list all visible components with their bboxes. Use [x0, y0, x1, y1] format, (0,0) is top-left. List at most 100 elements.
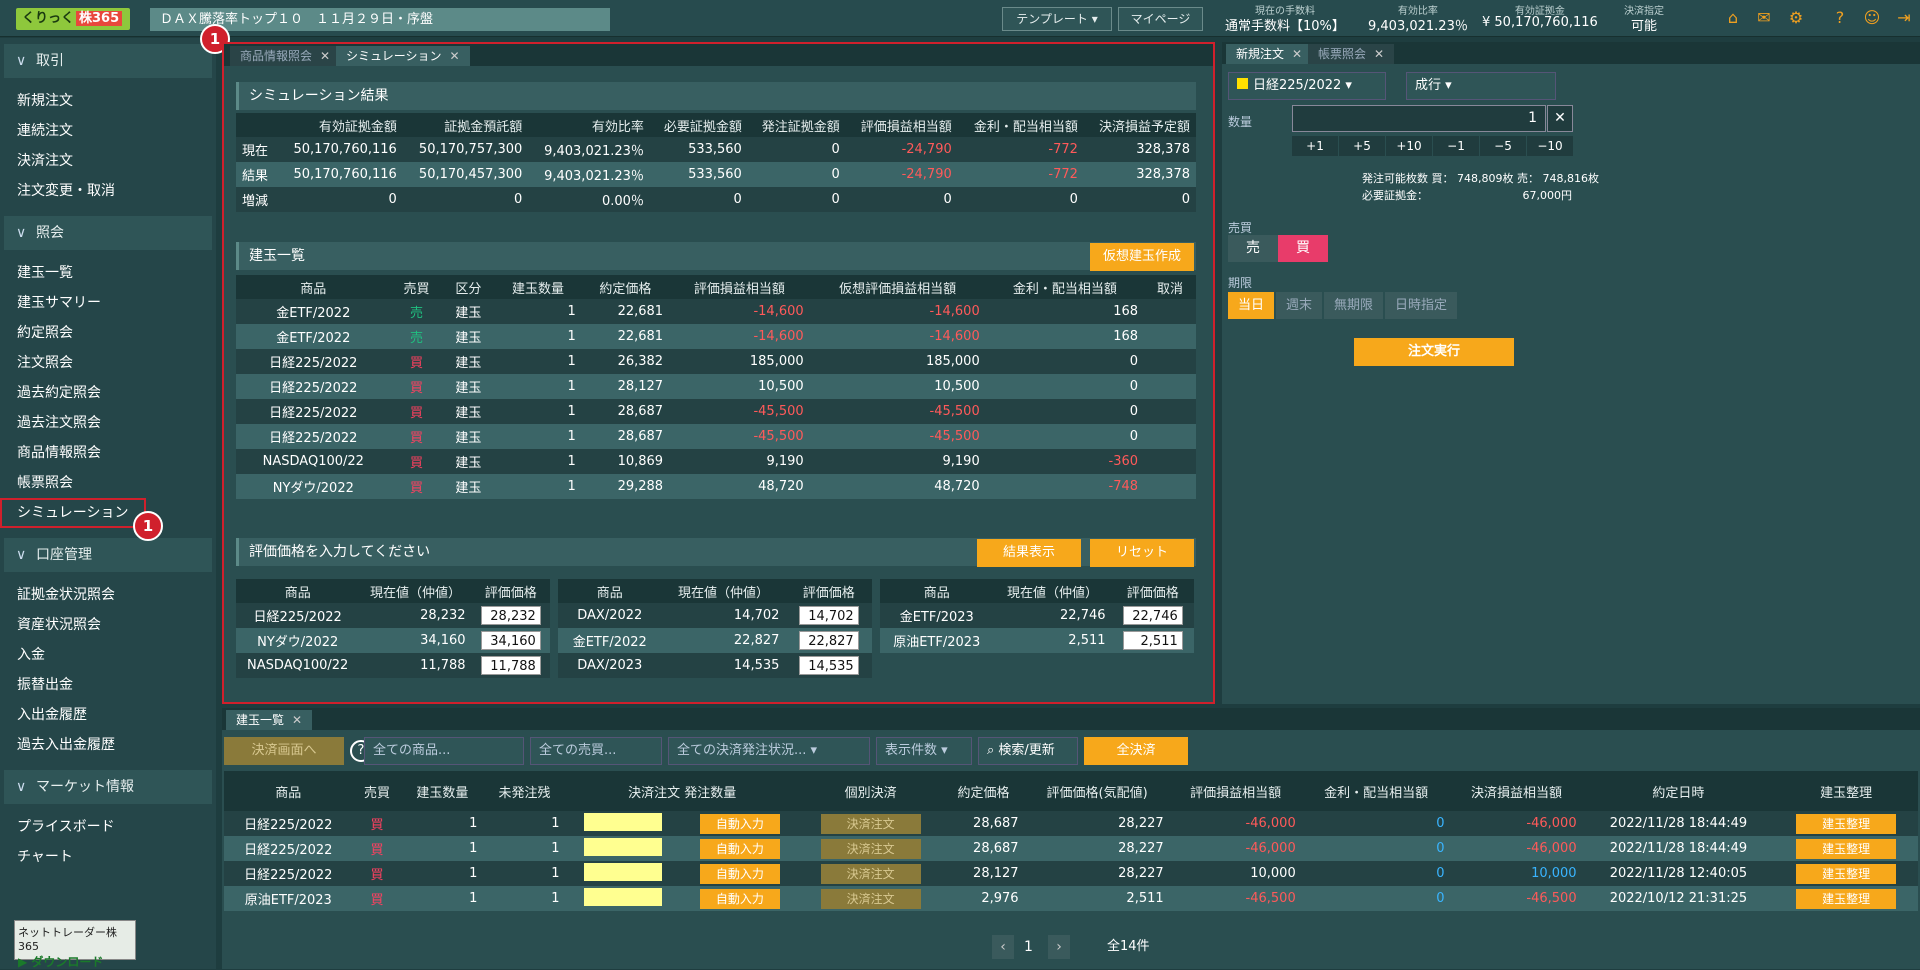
virtual-position-button[interactable]: 仮想建玉作成	[1090, 243, 1194, 271]
table-row[interactable]: 日経225/2022 買 1 1 自動入力 決済注文 28,687 28,227 -46,000…	[224, 836, 1918, 861]
sidebar-item[interactable]: 決済注文	[0, 146, 216, 176]
clear-icon[interactable]: ✕	[1547, 105, 1573, 132]
term-button[interactable]: 当日	[1228, 292, 1275, 319]
eval-price-input[interactable]: 2,511	[1122, 631, 1183, 650]
tab-simulation[interactable]: シミュレーション ✕	[336, 46, 470, 66]
sidebar-section[interactable]: ∨ 口座管理	[4, 538, 212, 572]
mail-icon[interactable]: ✉	[1753, 9, 1775, 27]
table-row[interactable]: NYダウ/2022 買建玉 1 29,288 48,720 48,720 -748	[236, 474, 1196, 499]
table-cell[interactable]	[1144, 449, 1196, 474]
status-filter[interactable]: 全ての決済発注状況... ▾	[668, 737, 870, 765]
column-header[interactable]: 建玉整理	[1774, 771, 1918, 811]
download-button[interactable]: ネットトレーダー株365 ▶ ダウンロード	[14, 920, 136, 969]
settle-all-button[interactable]: 全決済	[1084, 737, 1188, 765]
table-row[interactable]: 日経225/2022 買建玉 1 26,382 185,000 185,000 0	[236, 349, 1196, 374]
sidebar-item[interactable]: 注文変更・取消	[0, 176, 216, 206]
sidebar-section[interactable]: ∨ 取引	[4, 44, 212, 78]
term-button[interactable]: 日時指定	[1385, 292, 1458, 319]
settle-order-button[interactable]: 決済注文	[820, 813, 921, 834]
settle-order-button[interactable]: 決済注文	[820, 838, 921, 859]
tab-new-order[interactable]: 新規注文 ✕	[1226, 44, 1313, 64]
eval-price-input[interactable]: 28,232	[480, 606, 541, 625]
sidebar-item[interactable]: 帳票照会	[0, 468, 216, 498]
sidebar-item[interactable]: 振替出金	[0, 670, 216, 700]
sidebar-item[interactable]: 過去入出金履歴	[0, 730, 216, 760]
qty-step-button[interactable]: +1	[1292, 136, 1338, 156]
product-select[interactable]: 日経225/2022 ▾	[1228, 72, 1386, 100]
table-cell[interactable]	[1144, 424, 1196, 449]
position-cleanup-button[interactable]: 建玉整理	[1796, 863, 1897, 884]
auto-input-button[interactable]: 自動入力	[699, 813, 780, 834]
sidebar-item[interactable]: 商品情報照会	[0, 438, 216, 468]
column-header[interactable]: 売買	[352, 771, 402, 811]
help-icon[interactable]: ?	[1829, 9, 1851, 27]
table-row[interactable]: 日経225/2022 買建玉 1 28,127 10,500 10,500 0	[236, 374, 1196, 399]
page-number[interactable]: 1	[1024, 935, 1033, 959]
table-cell[interactable]	[1144, 299, 1196, 324]
term-button[interactable]: 週末	[1276, 292, 1323, 319]
settle-qty-input[interactable]	[584, 862, 663, 881]
qty-step-button[interactable]: −10	[1527, 136, 1573, 156]
eval-price-input[interactable]: 14,535	[798, 656, 859, 675]
sell-button[interactable]: 売	[1228, 235, 1278, 262]
column-header[interactable]: 評価損益相当額	[1169, 771, 1302, 811]
column-header[interactable]: 約定日時	[1582, 771, 1775, 811]
table-row[interactable]: 金ETF/2022 売建玉 1 22,681 -14,600 -14,600 168	[236, 299, 1196, 324]
tab-product-info[interactable]: 商品情報照会 ✕	[230, 46, 341, 66]
eval-price-input[interactable]: 22,746	[1122, 606, 1183, 625]
auto-input-button[interactable]: 自動入力	[699, 888, 780, 909]
column-header[interactable]: 未発注残	[483, 771, 566, 811]
table-cell[interactable]	[1144, 324, 1196, 349]
tab-positions[interactable]: 建玉一覧 ✕	[226, 710, 313, 730]
qty-input[interactable]: 1	[1292, 105, 1546, 132]
buy-button[interactable]: 買	[1278, 235, 1328, 262]
next-page-button[interactable]: ›	[1048, 935, 1070, 959]
settle-qty-input[interactable]	[584, 812, 663, 831]
settle-qty-input[interactable]	[584, 837, 663, 856]
term-button[interactable]: 無期限	[1324, 292, 1384, 319]
sidebar-item[interactable]: 注文照会	[0, 348, 216, 378]
position-cleanup-button[interactable]: 建玉整理	[1796, 838, 1897, 859]
prev-page-button[interactable]: ‹	[992, 935, 1014, 959]
qty-step-button[interactable]: +5	[1339, 136, 1385, 156]
user-icon[interactable]: ☺	[1861, 9, 1883, 27]
auto-input-button[interactable]: 自動入力	[699, 838, 780, 859]
product-filter[interactable]: 全ての商品...	[364, 737, 524, 765]
count-select[interactable]: 表示件数 ▾	[876, 737, 972, 765]
home-icon[interactable]: ⌂	[1722, 9, 1744, 27]
sidebar-item[interactable]: シミュレーション	[0, 498, 146, 528]
sidebar-section[interactable]: ∨ マーケット情報	[4, 770, 212, 804]
app-logo[interactable]: くりっく 株365	[16, 8, 131, 30]
sidebar-item[interactable]: 建玉一覧	[0, 258, 216, 288]
show-result-button[interactable]: 結果表示	[977, 539, 1081, 567]
column-header[interactable]: 個別決済	[798, 771, 943, 811]
eval-price-input[interactable]: 14,702	[798, 606, 859, 625]
qty-step-button[interactable]: −5	[1480, 136, 1526, 156]
logout-icon[interactable]: ⇥	[1893, 9, 1915, 27]
table-row[interactable]: 日経225/2022 買建玉 1 28,687 -45,500 -45,500 0	[236, 424, 1196, 449]
eval-price-input[interactable]: 34,160	[480, 631, 541, 650]
tab-report[interactable]: 帳票照会 ✕	[1308, 44, 1395, 64]
execute-order-button[interactable]: 注文実行	[1354, 338, 1514, 366]
table-row[interactable]: 金ETF/2022 売建玉 1 22,681 -14,600 -14,600 168	[236, 324, 1196, 349]
auto-input-button[interactable]: 自動入力	[699, 863, 780, 884]
search-button[interactable]: ⌕ 検索/更新	[978, 737, 1078, 765]
qty-step-button[interactable]: +10	[1386, 136, 1432, 156]
settle-qty-input[interactable]	[584, 887, 663, 906]
eval-price-input[interactable]: 11,788	[480, 656, 541, 675]
settle-screen-button[interactable]: 決済画面へ	[224, 737, 344, 765]
sidebar-item[interactable]: 建玉サマリー	[0, 288, 216, 318]
mypage-button[interactable]: マイページ	[1118, 7, 1203, 31]
settle-order-button[interactable]: 決済注文	[820, 888, 921, 909]
sidebar-item[interactable]: 資産状況照会	[0, 610, 216, 640]
sidebar-item[interactable]: 入金	[0, 640, 216, 670]
positions-scroll[interactable]: 商品 売買 区分 建玉数量 約定価格 評価損益相当額 仮想評価損益相当額 金利・配当相当額 取消…	[236, 275, 1196, 509]
table-row[interactable]: NASDAQ100/22 買建玉 1 10,869 9,190 9,190 -360	[236, 449, 1196, 474]
gear-icon[interactable]: ⚙	[1785, 9, 1807, 27]
column-header[interactable]: 約定価格	[942, 771, 1025, 811]
sidebar-item[interactable]: プライスボード	[0, 812, 216, 842]
table-cell[interactable]	[1144, 349, 1196, 374]
table-row[interactable]: 日経225/2022 買 1 1 自動入力 決済注文 28,127 28,227 10,000 0…	[224, 861, 1918, 886]
table-cell[interactable]	[1144, 374, 1196, 399]
sidebar-item[interactable]: チャート	[0, 842, 216, 872]
